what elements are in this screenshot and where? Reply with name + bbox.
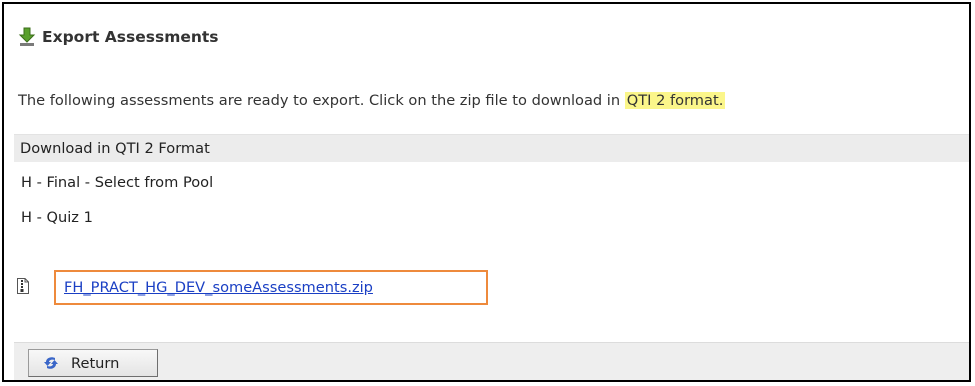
return-button-label: Return [71, 354, 120, 372]
list-item: H - Quiz 1 [21, 209, 93, 226]
page-header: Export Assessments [18, 26, 219, 48]
zip-download-link[interactable]: FH_PRACT_HG_DEV_someAssessments.zip [64, 279, 373, 296]
list-item: H - Final - Select from Pool [21, 174, 214, 191]
list-header: Download in QTI 2 Format [20, 140, 210, 157]
instructions-text: The following assessments are ready to e… [18, 90, 726, 112]
page-title: Export Assessments [42, 28, 219, 46]
footer-bar: Return [14, 342, 969, 380]
document-icon [17, 278, 29, 294]
export-assessments-panel: Export Assessments The following assessm… [2, 2, 971, 382]
return-button[interactable]: Return [28, 349, 158, 377]
instructions-main: The following assessments are ready to e… [18, 92, 625, 109]
return-arrow-icon [44, 357, 58, 369]
list-header-bar: Download in QTI 2 Format [14, 134, 969, 162]
download-arrow-icon [18, 27, 36, 46]
instructions-highlight: QTI 2 format. [624, 92, 726, 109]
zip-download-highlight: FH_PRACT_HG_DEV_someAssessments.zip [54, 270, 488, 305]
